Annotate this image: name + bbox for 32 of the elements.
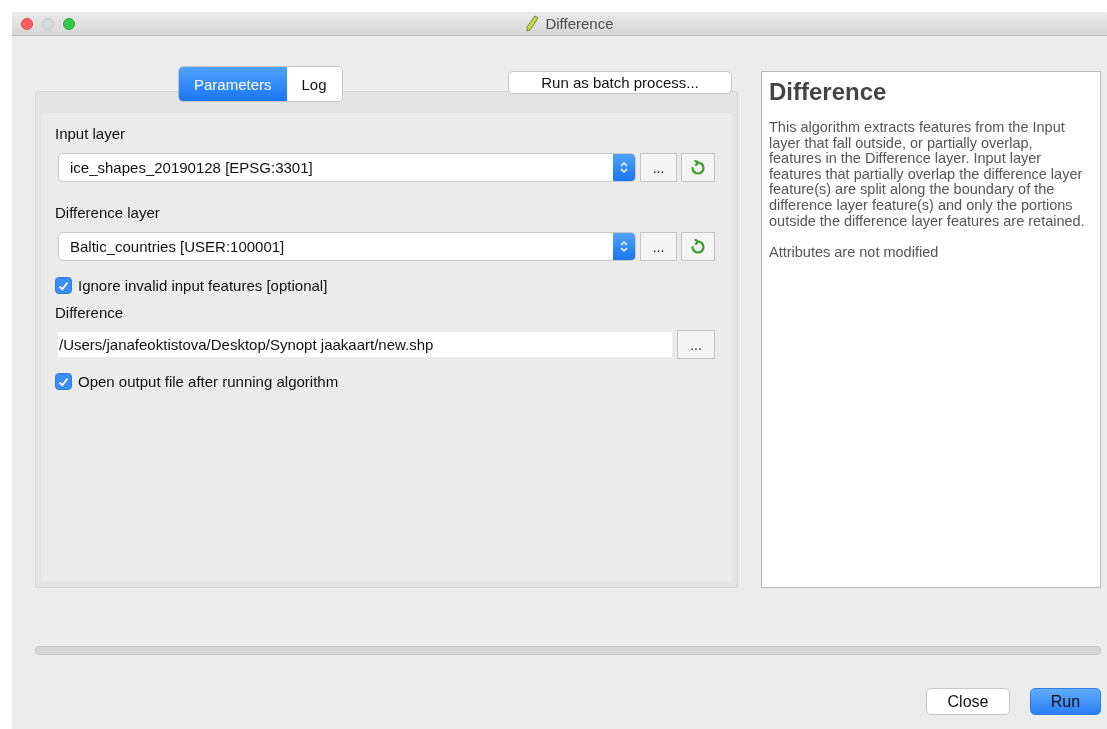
window-title: Difference: [545, 15, 614, 32]
field-label: Input layer: [55, 125, 127, 142]
layer-dropdown[interactable]: Baltic_countries [USER:100001]: [58, 232, 636, 261]
checkbox[interactable]: [55, 277, 72, 294]
pencil-icon: [525, 15, 540, 32]
checkbox-label: Ignore invalid input features [optional]: [78, 277, 328, 294]
browse-button[interactable]: ...: [640, 232, 677, 261]
batch-process-button[interactable]: Run as batch process...: [508, 71, 732, 94]
help-text: This algorithm extracts features from the Input layer that fall outside, or partially overlap, features in the Difference layer. Input layer features that partially overlap the difference layer feature(s) are split along the boundary of the difference layer feature(s) and only the portions outside the difference layer features are retained.: [769, 120, 1086, 230]
minimize-icon: [42, 17, 54, 30]
field-label: Difference: [55, 304, 125, 321]
check-icon: [58, 280, 69, 291]
layer-dropdown[interactable]: ice_shapes_20190128 [EPSG:3301]: [58, 153, 636, 182]
browse-button[interactable]: ...: [640, 153, 677, 182]
help-title: Difference: [769, 78, 888, 106]
checkbox[interactable]: [55, 373, 72, 390]
checkbox-label: Open output file after running algorithm: [78, 373, 339, 390]
dialog-button[interactable]: Run: [1030, 688, 1101, 715]
close-icon[interactable]: [21, 17, 33, 30]
refresh-icon: [690, 238, 706, 255]
field-label: Difference layer: [55, 204, 161, 221]
browse-button[interactable]: ...: [677, 330, 715, 359]
check-icon: [58, 376, 69, 387]
iterate-button[interactable]: [681, 153, 715, 182]
refresh-icon: [690, 159, 706, 176]
dialog-button[interactable]: Close: [926, 688, 1010, 715]
iterate-button[interactable]: [681, 232, 715, 261]
zoom-icon[interactable]: [63, 17, 75, 30]
chevron-updown-icon: [620, 240, 628, 253]
chevron-updown-icon: [620, 161, 628, 174]
help-text: Attributes are not modified: [769, 245, 940, 261]
output-path-field[interactable]: /Users/janafeoktistova/Desktop/Synopt jaakaart/new.shp: [58, 332, 672, 357]
